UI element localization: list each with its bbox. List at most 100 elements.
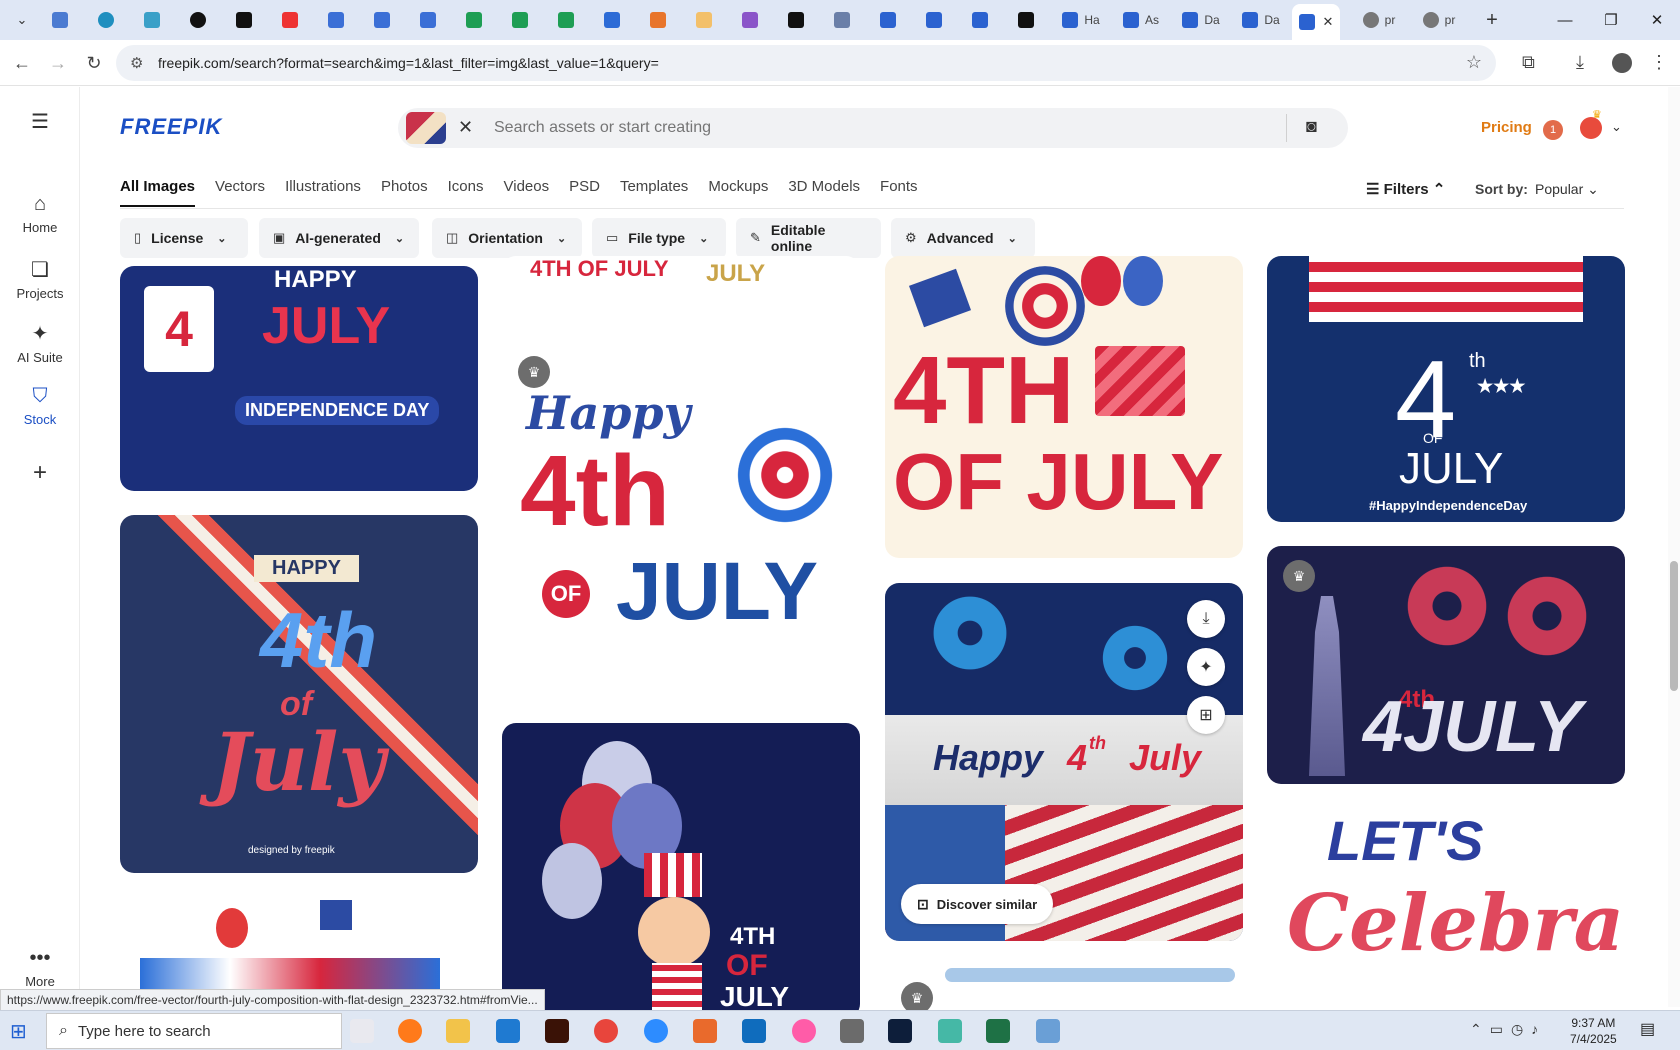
sort-dropdown[interactable]: Popular ⌄ xyxy=(1535,181,1599,198)
tab-29[interactable]: pr xyxy=(1410,8,1468,32)
close-window-icon[interactable]: ✕ xyxy=(1634,0,1680,40)
tab-1[interactable] xyxy=(40,8,80,32)
app-icon[interactable] xyxy=(792,1019,816,1043)
address-bar[interactable]: ⚙ freepik.com/search?format=search&img=1… xyxy=(116,45,1496,81)
filters-button[interactable]: ☰ Filters ⌃ xyxy=(1366,180,1445,198)
discover-similar-button[interactable]: ⊡ Discover similar xyxy=(901,884,1054,924)
new-tab-button[interactable]: + xyxy=(1472,8,1512,32)
minimize-icon[interactable]: — xyxy=(1542,0,1588,40)
tab-templates[interactable]: Templates xyxy=(620,178,688,207)
app-icon[interactable] xyxy=(840,1019,864,1043)
rail-item-projects[interactable]: ❏ Projects xyxy=(0,257,80,301)
tab-3[interactable] xyxy=(132,8,172,32)
page-scrollbar[interactable] xyxy=(1668,87,1680,1007)
filter-orientation[interactable]: ◫ Orientation ⌄ xyxy=(432,218,582,258)
zoom-icon[interactable] xyxy=(644,1019,668,1043)
tab-16[interactable] xyxy=(730,8,770,32)
extensions-icon[interactable]: ⧉ xyxy=(1522,52,1535,73)
tab-psd[interactable]: PSD xyxy=(569,178,600,207)
menu-hamburger[interactable]: ☰ xyxy=(0,109,80,134)
photoshop-icon[interactable] xyxy=(888,1019,912,1043)
system-tray[interactable]: ⌃▭◷♪ xyxy=(1470,1021,1546,1038)
back-button[interactable]: ← xyxy=(8,50,36,76)
tab-5[interactable] xyxy=(224,8,264,32)
notification-icon[interactable]: ▤ xyxy=(1640,1019,1664,1043)
tab-vectors[interactable]: Vectors xyxy=(215,178,265,207)
tab-all-images[interactable]: All Images xyxy=(120,178,196,207)
tab-17[interactable] xyxy=(776,8,816,32)
freepik-logo[interactable]: FREEPIK xyxy=(120,114,222,140)
tab-7[interactable] xyxy=(316,8,356,32)
result-card[interactable]: HAPPY 4th of July designed by freepik xyxy=(120,515,478,873)
file-explorer-icon[interactable] xyxy=(446,1019,470,1043)
search-image-thumbnail[interactable] xyxy=(406,112,446,144)
filter-editable-online[interactable]: ✎ Editable online xyxy=(736,218,881,258)
site-info-icon[interactable]: ⚙ xyxy=(130,54,143,72)
result-card[interactable]: LET'S Celebrate xyxy=(1267,808,1625,1018)
close-tab-icon[interactable]: ✕ xyxy=(1323,14,1334,30)
tab-3d-models[interactable]: 3D Models xyxy=(788,178,860,207)
forward-button[interactable]: → xyxy=(44,50,72,76)
tab-28[interactable]: pr xyxy=(1350,8,1408,32)
windows-start-icon[interactable]: ⊞ xyxy=(10,1019,27,1044)
tab-26[interactable]: Da xyxy=(1232,8,1290,32)
bookmark-star-icon[interactable]: ☆ xyxy=(1466,52,1482,73)
tab-search-menu[interactable]: ⌄ xyxy=(2,8,42,32)
result-card[interactable]: 4TH OF JULY xyxy=(885,256,1243,558)
kebab-menu-icon[interactable]: ⋮ xyxy=(1650,52,1668,73)
chrome-icon[interactable] xyxy=(594,1019,618,1043)
search-input[interactable] xyxy=(494,114,1274,142)
tab-illustrations[interactable]: Illustrations xyxy=(285,178,361,207)
filter-file-type[interactable]: ▭ File type ⌄ xyxy=(592,218,726,258)
tab-9[interactable] xyxy=(408,8,448,32)
result-card[interactable]: 4 HAPPY JULY INDEPENDENCE DAY xyxy=(120,266,478,491)
clear-image-icon[interactable]: ✕ xyxy=(458,117,473,138)
scrollbar-thumb[interactable] xyxy=(1670,561,1678,691)
rail-item-ai-suite[interactable]: ✦ AI Suite xyxy=(0,321,80,365)
reload-button[interactable]: ↻ xyxy=(80,50,108,76)
result-card[interactable]: 4 th ★★★ OF JULY #HappyIndependenceDay xyxy=(1267,256,1625,522)
tab-4[interactable] xyxy=(178,8,218,32)
rail-item-more[interactable]: ••• More xyxy=(0,947,80,989)
result-card[interactable]: 4TH OF JULY JULY xyxy=(502,256,860,296)
filter-ai-generated[interactable]: ▣ AI-generated ⌄ xyxy=(259,218,419,258)
tab-8[interactable] xyxy=(362,8,402,32)
ai-edit-button[interactable]: ✦ xyxy=(1187,648,1225,686)
profile-avatar[interactable] xyxy=(1612,53,1632,73)
illustrator-icon[interactable] xyxy=(545,1019,569,1043)
tab-24[interactable]: As xyxy=(1112,8,1170,32)
tab-6[interactable] xyxy=(270,8,310,32)
tab-18[interactable] xyxy=(822,8,862,32)
tab-videos[interactable]: Videos xyxy=(504,178,550,207)
tab-10[interactable] xyxy=(454,8,494,32)
outlook-icon[interactable] xyxy=(742,1019,766,1043)
tab-22[interactable] xyxy=(1006,8,1046,32)
restore-icon[interactable]: ❐ xyxy=(1588,0,1634,40)
save-to-collection-button[interactable]: ⊞ xyxy=(1187,696,1225,734)
taskbar-clock[interactable]: 9:37 AM 7/4/2025 xyxy=(1570,1015,1617,1047)
rail-item-home[interactable]: ⌂ Home xyxy=(0,193,80,235)
tab-23[interactable]: Ha xyxy=(1052,8,1110,32)
rail-item-stock[interactable]: ⛉ Stock xyxy=(0,385,80,427)
download-icon[interactable]: ⤓ xyxy=(1576,52,1584,73)
filter-license[interactable]: ▯ License ⌄ xyxy=(120,218,248,258)
filter-advanced[interactable]: ⚙ Advanced ⌄ xyxy=(891,218,1035,258)
tab-photos[interactable]: Photos xyxy=(381,178,428,207)
tab-25[interactable]: Da xyxy=(1172,8,1230,32)
tab-2[interactable] xyxy=(86,8,126,32)
rail-add-button[interactable]: + xyxy=(0,459,80,487)
tab-19[interactable] xyxy=(868,8,908,32)
vscode-icon[interactable] xyxy=(496,1019,520,1043)
result-card[interactable]: 4TH OF JULY xyxy=(502,723,860,1018)
tab-15[interactable] xyxy=(684,8,724,32)
result-card[interactable]: ♛ Happy 4th OF JULY xyxy=(502,340,860,670)
tab-20[interactable] xyxy=(914,8,954,32)
firefox-icon[interactable] xyxy=(398,1019,422,1043)
pricing-link[interactable]: Pricing xyxy=(1481,119,1532,136)
chevron-down-icon[interactable]: ⌄ xyxy=(1611,119,1622,135)
tab-fonts[interactable]: Fonts xyxy=(880,178,918,207)
result-card[interactable]: ♛ 4th 4JULY xyxy=(1267,546,1625,784)
download-button[interactable]: ⤓ xyxy=(1187,600,1225,638)
tab-active-freepik[interactable]: ✕ xyxy=(1292,4,1340,40)
tab-icons[interactable]: Icons xyxy=(448,178,484,207)
